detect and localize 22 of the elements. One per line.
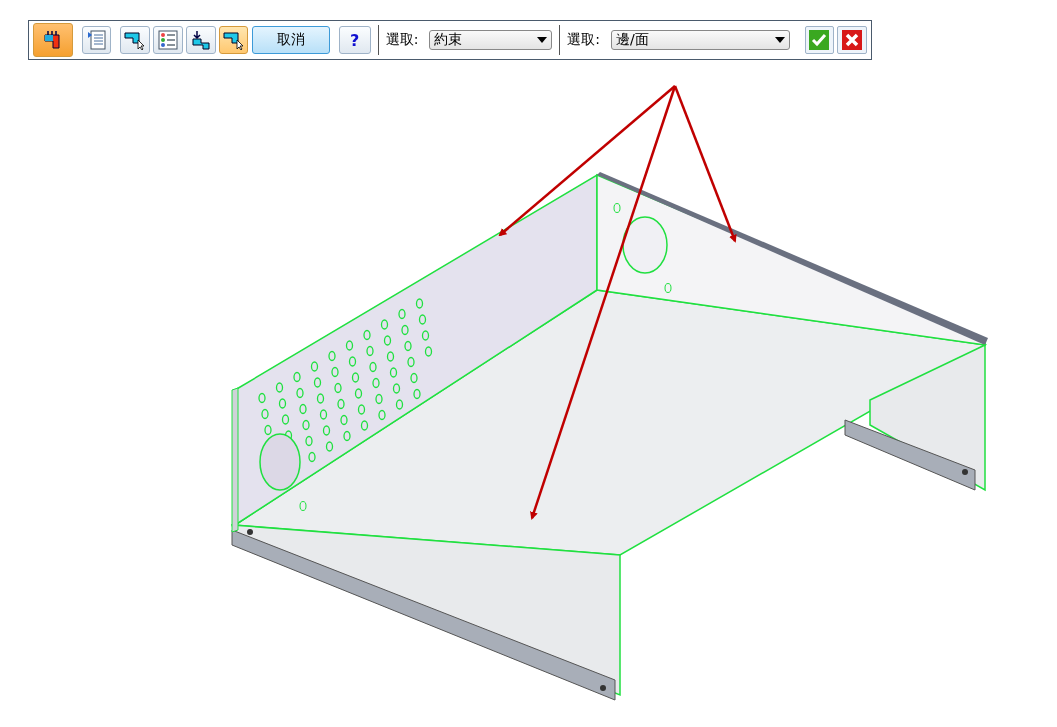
- cancel-button[interactable]: 取消: [252, 26, 330, 54]
- shape-cursor-icon: [124, 30, 147, 50]
- list-icon: [86, 30, 107, 50]
- dropdown-caret-icon: [774, 37, 785, 43]
- place-shape-icon: [190, 30, 211, 50]
- tool-button[interactable]: [218, 26, 249, 54]
- tool-button[interactable]: [185, 26, 216, 54]
- close-icon: [842, 30, 863, 50]
- checkmark-icon: [809, 30, 830, 50]
- accept-button[interactable]: [804, 26, 835, 54]
- part-color-icon: [42, 31, 63, 49]
- dropdown[interactable]: 邊/面: [611, 30, 790, 50]
- select-label: 選取:: [567, 31, 601, 49]
- tool-button[interactable]: [33, 23, 73, 57]
- dropdown-caret-icon: [537, 37, 548, 43]
- select-label: 選取:: [385, 31, 419, 49]
- help-button[interactable]: ?: [338, 26, 371, 54]
- tool-button[interactable]: [120, 26, 151, 54]
- reject-button[interactable]: [837, 26, 867, 54]
- step-list-icon: [158, 30, 179, 50]
- shape-cursor-icon: [222, 30, 245, 50]
- dropdown[interactable]: 約束: [429, 30, 553, 50]
